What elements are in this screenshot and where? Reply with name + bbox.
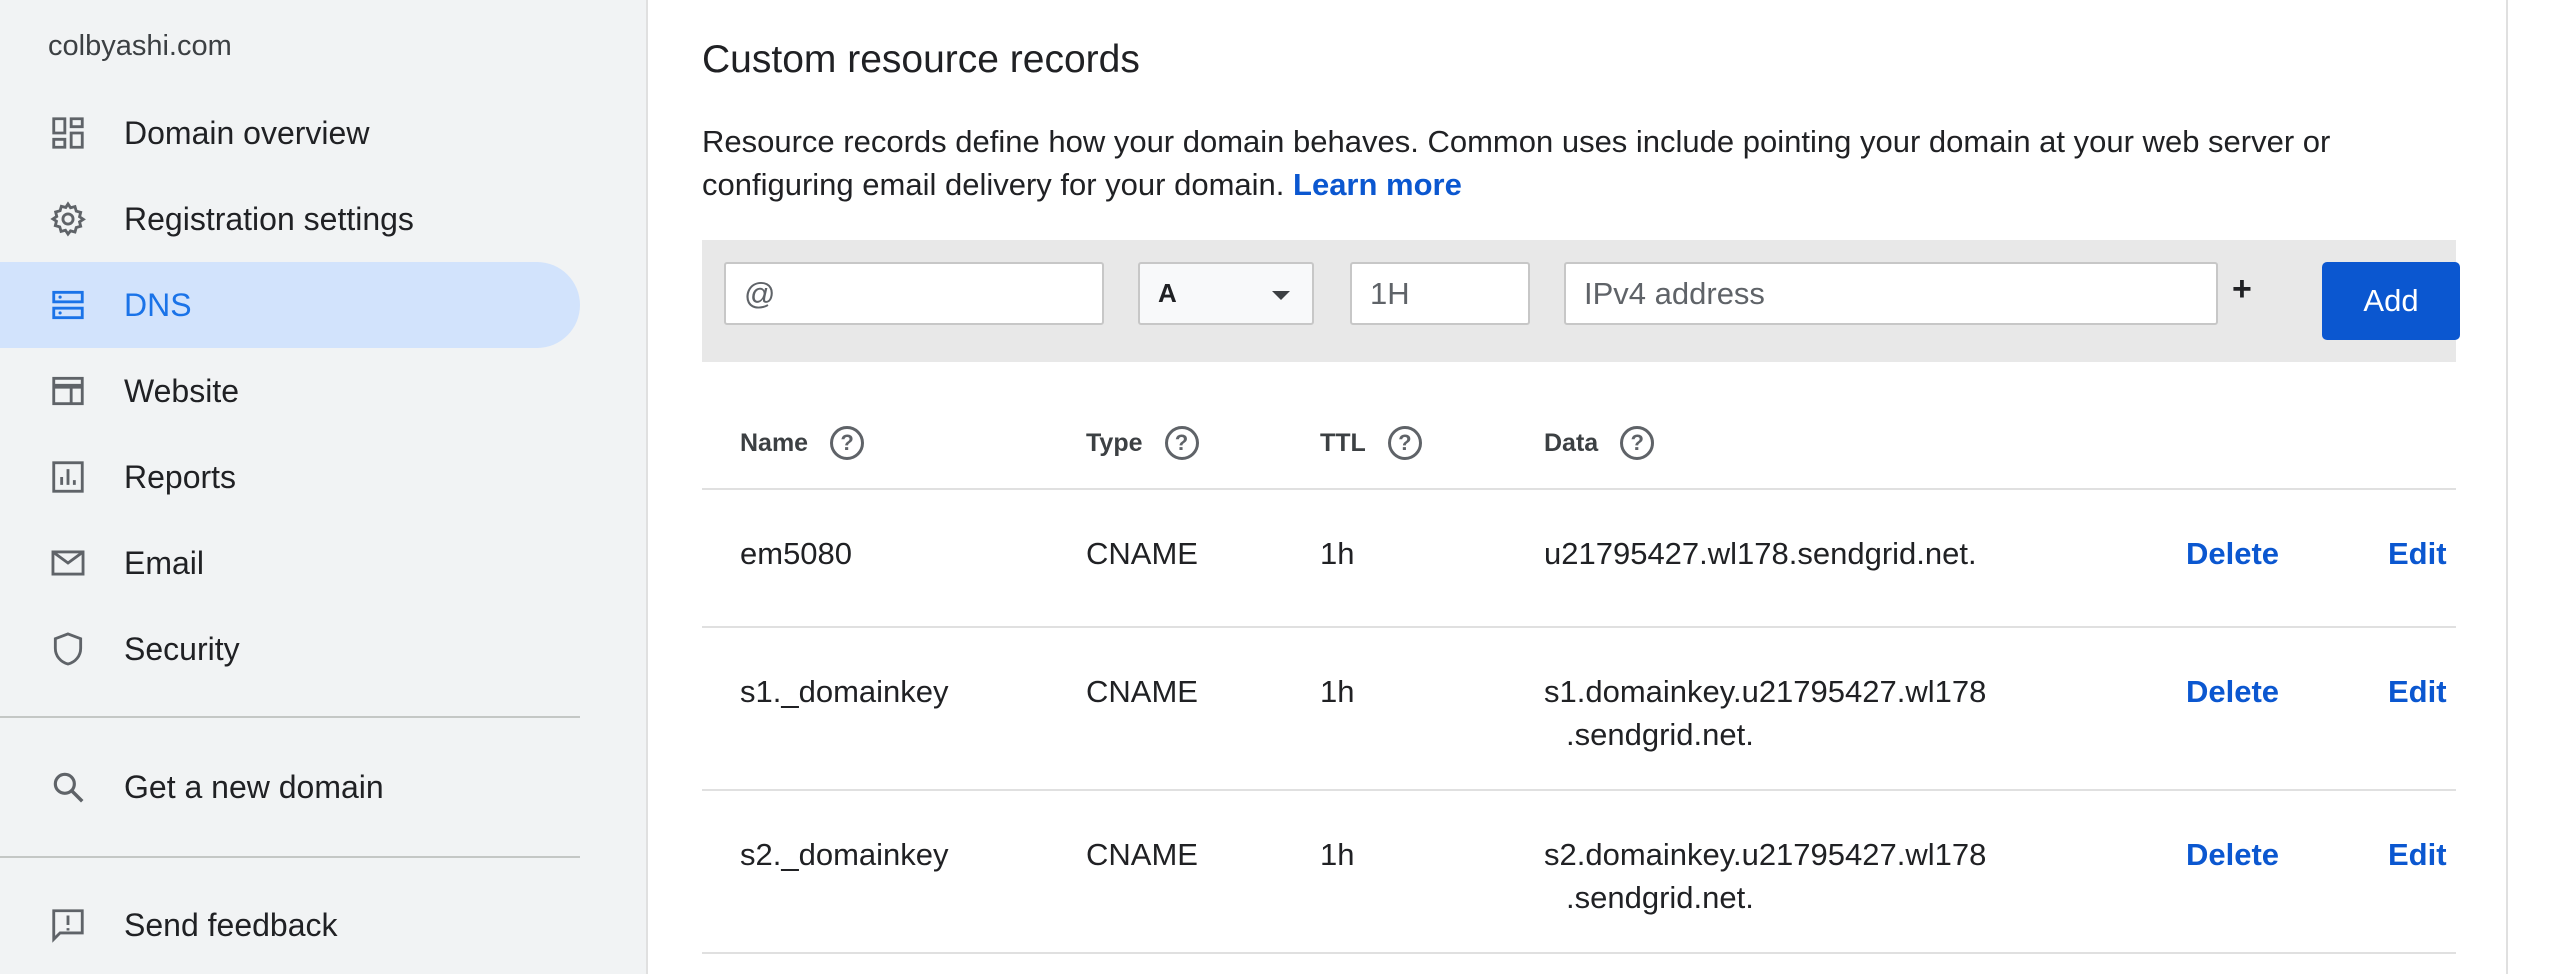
record-type: CNAME: [1086, 536, 1198, 571]
record-name: em5080: [740, 536, 853, 571]
add-data-plus-button[interactable]: +: [2232, 270, 2252, 309]
page-title: Custom resource records: [702, 38, 1140, 81]
sidebar-item-label: Reports: [124, 458, 237, 495]
table-row: em5080 CNAME 1h u21795427.wl178.sendgrid…: [702, 490, 2456, 628]
record-type: CNAME: [1086, 674, 1198, 709]
help-icon[interactable]: ?: [1164, 426, 1199, 460]
add-record-button[interactable]: Add: [2322, 262, 2460, 340]
record-ttl: 1h: [1320, 536, 1355, 571]
main-content: Custom resource records Resource records…: [648, 0, 2508, 974]
column-header-name: Name ?: [740, 426, 865, 460]
records-table: Name ? Type ? TTL ? Data ? em5080 CNAME …: [702, 400, 2456, 954]
table-header: Name ? Type ? TTL ? Data ?: [702, 400, 2456, 490]
sidebar-item-reports[interactable]: Reports: [0, 434, 580, 520]
record-data-line: s1.domainkey.u21795427.wl178: [1544, 674, 1987, 709]
record-data-line: u21795427.wl178.sendgrid.net.: [1544, 536, 1977, 571]
record-data-line: .sendgrid.net.: [1566, 880, 1754, 915]
record-data-line: s2.domainkey.u21795427.wl178: [1544, 837, 1987, 872]
help-icon[interactable]: ?: [830, 426, 865, 460]
delete-button[interactable]: Delete: [2186, 536, 2279, 572]
record-ttl: 1h: [1320, 674, 1355, 709]
record-data-line: .sendgrid.net.: [1566, 717, 1754, 752]
sidebar-item-label: Security: [124, 630, 240, 667]
sidebar-item-label: Website: [124, 372, 240, 409]
sidebar-item-website[interactable]: Website: [0, 348, 580, 434]
table-row: s2._domainkey CNAME 1h s2.domainkey.u217…: [702, 791, 2456, 954]
help-icon[interactable]: ?: [1620, 426, 1655, 460]
sidebar-divider: [0, 716, 580, 718]
table-row: s1._domainkey CNAME 1h s1.domainkey.u217…: [702, 628, 2456, 791]
delete-button[interactable]: Delete: [2186, 674, 2279, 710]
column-header-type: Type ?: [1086, 426, 1199, 460]
record-name: s1._domainkey: [740, 674, 949, 709]
section-description: Resource records define how your domain …: [702, 120, 2462, 206]
column-header-label: TTL: [1320, 428, 1366, 457]
add-record-form: @ A 1H IPv4 address + Add: [702, 240, 2460, 362]
delete-button[interactable]: Delete: [2186, 837, 2279, 873]
get-new-domain-label: Get a new domain: [124, 768, 384, 805]
name-input[interactable]: @: [724, 262, 1104, 325]
sidebar-item-dns[interactable]: DNS: [0, 262, 580, 348]
description-text: Resource records define how your domain …: [702, 124, 2331, 202]
edit-button[interactable]: Edit: [2388, 674, 2447, 710]
edit-button[interactable]: Edit: [2388, 837, 2447, 873]
record-data: s1.domainkey.u21795427.wl178 .sendgrid.n…: [1544, 670, 1986, 756]
record-ttl: 1h: [1320, 837, 1355, 872]
record-type: CNAME: [1086, 837, 1198, 872]
chevron-down-icon: [1272, 291, 1290, 300]
help-icon[interactable]: ?: [1387, 426, 1422, 460]
type-select[interactable]: A: [1138, 262, 1314, 325]
sidebar-item-label: Domain overview: [124, 114, 370, 151]
sidebar-item-email[interactable]: Email: [0, 520, 580, 606]
send-feedback-button[interactable]: Send feedback: [0, 882, 580, 968]
column-header-data: Data ?: [1544, 426, 1655, 460]
feedback-icon: [48, 905, 88, 945]
record-data: s2.domainkey.u21795427.wl178 .sendgrid.n…: [1544, 833, 1986, 919]
data-input[interactable]: IPv4 address: [1564, 262, 2218, 325]
learn-more-link[interactable]: Learn more: [1293, 167, 1462, 202]
dashboard-icon: [48, 113, 88, 153]
search-icon: [48, 767, 88, 807]
type-select-value: A: [1158, 278, 1177, 308]
sidebar-item-security[interactable]: Security: [0, 606, 580, 692]
domain-name: colbyashi.com: [48, 30, 232, 62]
edit-button[interactable]: Edit: [2388, 536, 2447, 572]
gear-icon: [48, 199, 88, 239]
sidebar-item-domain-overview[interactable]: Domain overview: [0, 90, 580, 176]
column-header-label: Data: [1544, 428, 1599, 457]
sidebar-item-label: DNS: [124, 286, 192, 323]
sidebar-divider: [0, 856, 580, 858]
dns-icon: [48, 285, 88, 325]
shield-icon: [48, 629, 88, 669]
sidebar-item-label: Registration settings: [124, 200, 414, 237]
sidebar-item-label: Email: [124, 544, 205, 581]
sidebar: colbyashi.com Domain overview Registrati…: [0, 0, 648, 974]
sidebar-item-registration-settings[interactable]: Registration settings: [0, 176, 580, 262]
website-icon: [48, 371, 88, 411]
column-header-ttl: TTL ?: [1320, 426, 1422, 460]
send-feedback-label: Send feedback: [124, 906, 338, 943]
record-name: s2._domainkey: [740, 837, 949, 872]
reports-icon: [48, 457, 88, 497]
record-data: u21795427.wl178.sendgrid.net.: [1544, 532, 1977, 575]
get-new-domain-button[interactable]: Get a new domain: [0, 744, 580, 830]
ttl-input[interactable]: 1H: [1350, 262, 1530, 325]
mail-icon: [48, 543, 88, 583]
column-header-label: Name: [740, 428, 809, 457]
column-header-label: Type: [1086, 428, 1143, 457]
